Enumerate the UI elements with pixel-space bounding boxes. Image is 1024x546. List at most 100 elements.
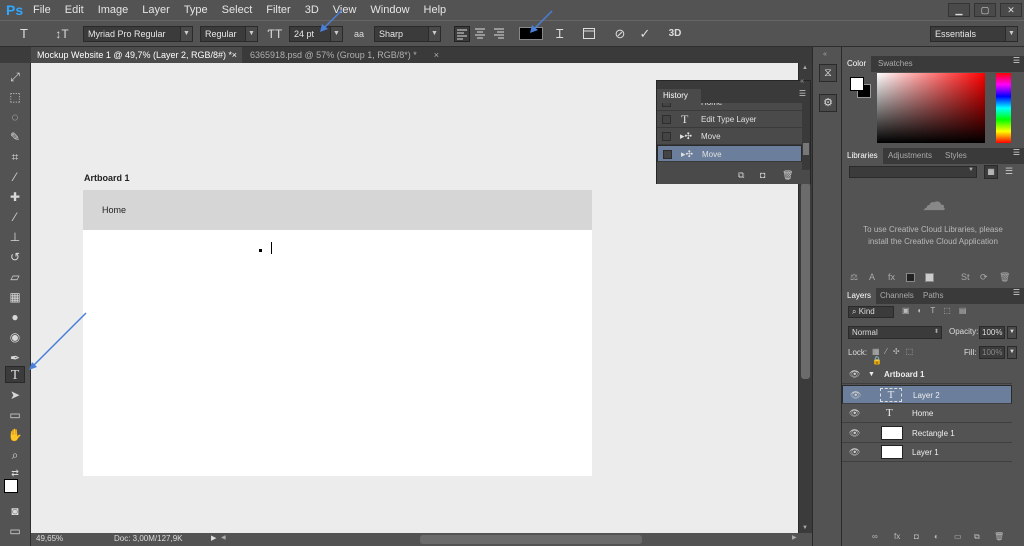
add-layer-style-icon[interactable]: fx (894, 532, 900, 541)
artboard-label[interactable]: Artboard 1 (84, 173, 130, 183)
gradient-tool-icon[interactable]: ▦ (5, 289, 25, 306)
opacity-dropdown-icon[interactable]: ▼ (1007, 326, 1017, 339)
menu-window[interactable]: Window (363, 0, 416, 20)
layer-row-layer-1[interactable]: 👁 Layer 1 (842, 443, 1012, 462)
hand-tool-icon[interactable]: ✋ (5, 427, 25, 444)
trash-icon[interactable]: 🗑 (782, 170, 793, 181)
library-select[interactable]: ▼ (849, 166, 977, 178)
antialias-select[interactable]: Sharp ▼ (374, 26, 441, 42)
visibility-eye-icon[interactable]: 👁 (850, 386, 861, 405)
visibility-eye-icon[interactable]: 👁 (849, 404, 860, 423)
type-tool-icon[interactable]: T (5, 366, 25, 383)
eyedropper-tool-icon[interactable]: ⁄ (5, 169, 25, 186)
healing-brush-tool-icon[interactable]: ✚ (5, 189, 25, 206)
layer-row-rectangle-1[interactable]: 👁 Rectangle 1 (842, 424, 1012, 443)
scroll-down-icon[interactable]: ▼ (802, 525, 808, 531)
history-checkbox[interactable] (662, 132, 671, 141)
adjustment-layer-icon[interactable]: ◐ (934, 532, 939, 541)
minimize-button[interactable]: ▁ (948, 3, 970, 17)
close-tab-icon[interactable]: × (434, 47, 439, 63)
text-orientation-icon[interactable]: ↕T (52, 26, 72, 42)
scroll-left-icon[interactable]: ◀ (221, 534, 226, 541)
align-right-icon[interactable] (492, 26, 508, 42)
layer-row-artboard[interactable]: 👁 ▼ Artboard 1 (842, 365, 1012, 384)
artboard[interactable]: Home (83, 190, 592, 476)
cancel-icon[interactable]: ⊘ (611, 26, 629, 42)
menu-layer[interactable]: Layer (135, 0, 177, 20)
visibility-eye-icon[interactable]: 👁 (849, 443, 860, 462)
character-panel-icon[interactable] (582, 26, 598, 42)
history-item[interactable]: Home (657, 103, 802, 111)
panel-menu-icon[interactable]: ☰ (1013, 56, 1020, 65)
tab-layers[interactable]: Layers (842, 288, 877, 304)
menu-filter[interactable]: Filter (259, 0, 297, 20)
text-color-swatch[interactable] (519, 27, 543, 40)
font-family-select[interactable]: Myriad Pro Regular ▼ (83, 26, 193, 42)
menu-image[interactable]: Image (91, 0, 136, 20)
rectangle-tool-icon[interactable]: ▭ (5, 407, 25, 424)
visibility-eye-icon[interactable]: 👁 (849, 365, 860, 384)
layer-filter-icons[interactable]: ▣◐T⬚▤ (902, 306, 1014, 318)
menu-type[interactable]: Type (177, 0, 215, 20)
commit-check-icon[interactable]: ✓ (636, 26, 654, 42)
new-document-from-state-icon[interactable]: ⧉ (738, 170, 744, 181)
tab-styles[interactable]: Styles (940, 148, 972, 164)
dodge-tool-icon[interactable]: ◉ (5, 329, 25, 346)
history-item-selected[interactable]: ▸✣ Move (657, 145, 802, 162)
link-layers-icon[interactable]: ∞ (872, 532, 878, 541)
add-foreground-color-icon[interactable] (906, 273, 915, 282)
close-tab-icon[interactable]: × (232, 47, 237, 63)
new-layer-icon[interactable]: ⧉ (974, 532, 980, 542)
header-home-text[interactable]: Home (102, 205, 126, 215)
list-view-icon[interactable]: ☰ (1002, 165, 1016, 179)
add-layer-style-icon[interactable]: fx (888, 272, 895, 282)
color-spectrum-field[interactable] (877, 73, 985, 143)
tab-paths[interactable]: Paths (918, 288, 948, 304)
opacity-input[interactable]: 100% (979, 326, 1005, 339)
grid-view-icon[interactable]: ▦ (984, 165, 998, 179)
font-style-select[interactable]: Regular ▼ (200, 26, 258, 42)
history-checkbox[interactable] (662, 103, 671, 107)
scroll-right-icon[interactable]: ▶ (792, 534, 797, 541)
tab-mockup-website[interactable]: Mockup Website 1 @ 49,7% (Layer 2, RGB/8… (31, 47, 242, 63)
panel-menu-icon[interactable]: ☰ (1013, 288, 1020, 297)
blend-mode-select[interactable]: Normal ⬍ (848, 326, 942, 339)
history-scroll-thumb[interactable] (803, 143, 809, 155)
trash-icon[interactable]: 🗑 (999, 272, 1010, 283)
panel-grip[interactable]: « (657, 78, 810, 89)
tab-history[interactable]: History (657, 89, 701, 103)
pen-tool-icon[interactable]: ✒ (5, 350, 25, 367)
eraser-tool-icon[interactable]: ▱ (5, 269, 25, 286)
tab-swatches[interactable]: Swatches (873, 56, 918, 72)
fill-input[interactable]: 100% (979, 346, 1005, 359)
font-size-select[interactable]: 24 pt ▼ (289, 26, 343, 42)
layer-row-layer-2[interactable]: 👁 T Layer 2 (842, 385, 1012, 404)
align-left-icon[interactable] (454, 26, 470, 42)
properties-dock-icon[interactable]: ⚙ (819, 94, 837, 112)
menu-3d[interactable]: 3D (298, 0, 326, 20)
close-button[interactable]: ✕ (1000, 3, 1022, 17)
foreground-color-swatch[interactable] (850, 77, 864, 91)
menu-help[interactable]: Help (417, 0, 454, 20)
history-dock-icon[interactable]: ⧖ (819, 64, 837, 82)
status-menu-arrow-icon[interactable]: ▶ (211, 534, 216, 542)
collapse-panel-icon[interactable]: « (800, 78, 804, 85)
visibility-eye-icon[interactable]: 👁 (849, 424, 860, 443)
history-brush-tool-icon[interactable]: ↺ (5, 249, 25, 266)
new-group-icon[interactable]: ▭ (954, 532, 962, 541)
align-center-icon[interactable] (473, 26, 489, 42)
panel-menu-icon[interactable]: ☰ (799, 89, 806, 98)
clone-stamp-tool-icon[interactable]: ⊥ (5, 229, 25, 246)
add-background-color-icon[interactable] (925, 273, 934, 282)
brush-tool-icon[interactable]: ⁄ (5, 209, 25, 226)
tab-adjustments[interactable]: Adjustments (883, 148, 937, 164)
hue-slider[interactable] (996, 73, 1011, 143)
menu-view[interactable]: View (326, 0, 364, 20)
website-header-rectangle[interactable]: Home (83, 190, 592, 230)
layer-row-home[interactable]: 👁 T Home (842, 404, 1012, 423)
quick-select-tool-icon[interactable]: ✎ (5, 129, 25, 146)
add-mask-icon[interactable]: ◘ (914, 532, 919, 541)
menu-file[interactable]: File (26, 0, 58, 20)
horizontal-scroll-thumb[interactable] (420, 535, 642, 544)
vertical-scroll-thumb[interactable] (801, 183, 810, 379)
